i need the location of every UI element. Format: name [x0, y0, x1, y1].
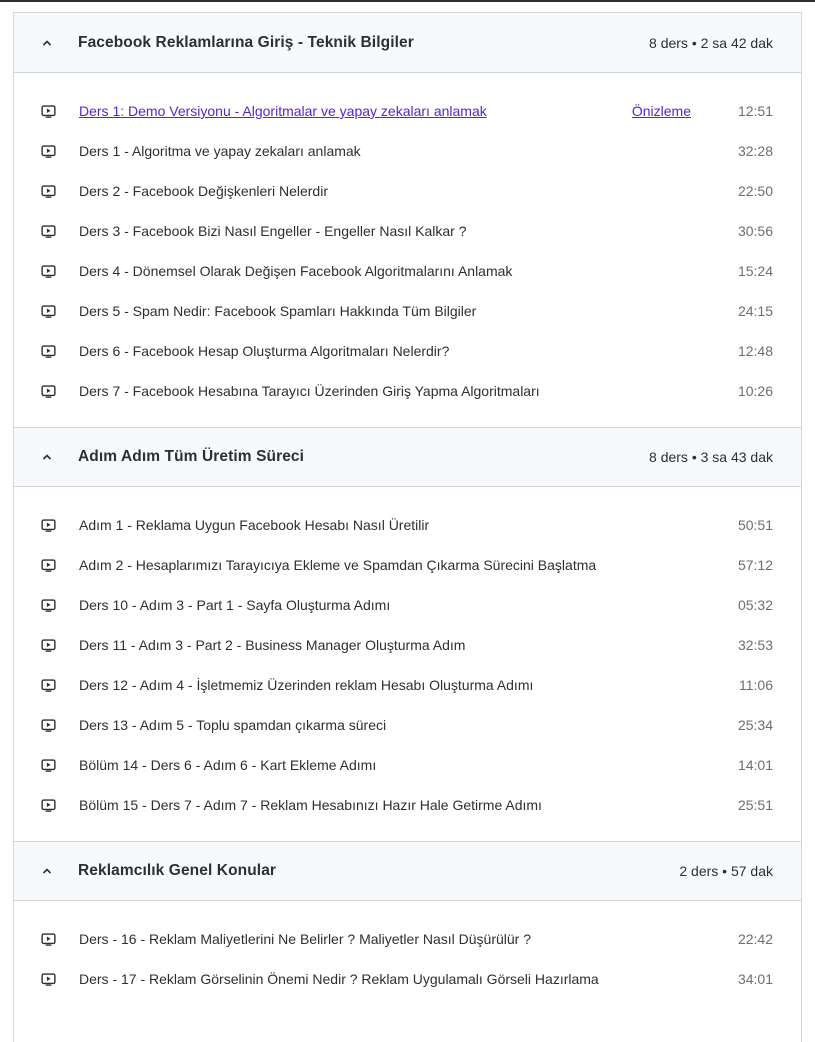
lecture-preview-link[interactable]: Ders 1: Demo Versiyonu - Algoritmalar ve…: [79, 103, 632, 119]
lecture-title: Bölüm 14 - Ders 6 - Adım 6 - Kart Ekleme…: [79, 757, 377, 773]
lecture-duration: 50:51: [737, 517, 773, 533]
lecture-row: Ders 12 - Adım 4 - İşletmemiz Üzerinden …: [14, 665, 801, 705]
video-play-icon: [40, 183, 56, 199]
lecture-duration: 12:48: [737, 343, 773, 359]
section-title: Facebook Reklamlarına Giriş - Teknik Bil…: [78, 33, 414, 51]
lecture-title: Ders 11 - Adım 3 - Part 2 - Business Man…: [79, 637, 466, 653]
lecture-row: Adım 2 - Hesaplarımızı Tarayıcıya Ekleme…: [14, 545, 801, 585]
lecture-duration: 30:56: [737, 223, 773, 239]
lecture-duration: 32:28: [737, 143, 773, 159]
lecture-duration: 05:32: [737, 597, 773, 613]
lecture-title: Ders 12 - Adım 4 - İşletmemiz Üzerinden …: [79, 677, 534, 693]
lecture-duration: 24:15: [737, 303, 773, 319]
chevron-up-icon: [42, 38, 62, 48]
lecture-title: Ders 6 - Facebook Hesap Oluşturma Algori…: [79, 343, 450, 359]
section-header[interactable]: Facebook Reklamlarına Giriş - Teknik Bil…: [14, 13, 801, 73]
lecture-row: Ders - 16 - Reklam Maliyetlerini Ne Beli…: [14, 919, 801, 959]
lecture-title: Ders 5 - Spam Nedir: Facebook Spamları H…: [79, 303, 477, 319]
lecture-row: Ders 6 - Facebook Hesap Oluşturma Algori…: [14, 331, 801, 371]
lecture-title: Ders 3 - Facebook Bizi Nasıl Engeller - …: [79, 223, 467, 239]
section-title: Reklamcılık Genel Konular: [78, 862, 277, 879]
video-play-icon: [40, 757, 56, 773]
video-play-icon: [40, 103, 56, 119]
section-header[interactable]: Adım Adım Tüm Üretim Süreci 8 ders • 3 sa…: [14, 427, 801, 487]
video-play-icon: [40, 383, 56, 399]
lecture-title: Ders 7 - Facebook Hesabına Tarayıcı Üzer…: [79, 383, 540, 399]
lecture-row: Ders 10 - Adım 3 - Part 1 - Sayfa Oluştu…: [14, 585, 801, 625]
preview-link[interactable]: Önizleme: [632, 103, 691, 119]
lecture-title: Ders - 16 - Reklam Maliyetlerini Ne Beli…: [79, 931, 532, 947]
lecture-title: Ders 10 - Adım 3 - Part 1 - Sayfa Oluştu…: [79, 597, 391, 613]
lecture-duration: 12:51: [737, 103, 773, 119]
lecture-list: Ders 1: Demo Versiyonu - Algoritmalar ve…: [14, 73, 801, 427]
section-meta: 2 ders • 57 dak: [679, 863, 773, 879]
lecture-duration: 22:42: [737, 931, 773, 947]
lecture-row: Bölüm 15 - Ders 7 - Adım 7 - Reklam Hesa…: [14, 785, 801, 825]
video-play-icon: [40, 677, 56, 693]
lecture-duration: 11:06: [739, 677, 773, 693]
lecture-list: Ders - 16 - Reklam Maliyetlerini Ne Beli…: [14, 901, 801, 1015]
top-border: [0, 0, 815, 2]
video-play-icon: [40, 971, 56, 987]
lecture-row: Ders 2 - Facebook Değişkenleri Nelerdir 2…: [14, 171, 801, 211]
video-play-icon: [40, 717, 56, 733]
lecture-title: Ders 13 - Adım 5 - Toplu spamdan çıkarma…: [79, 717, 387, 733]
lecture-duration: 15:24: [737, 263, 773, 279]
video-play-icon: [40, 263, 56, 279]
video-play-icon: [40, 797, 56, 813]
lecture-row: Ders 5 - Spam Nedir: Facebook Spamları H…: [14, 291, 801, 331]
lecture-row: Ders 7 - Facebook Hesabına Tarayıcı Üzer…: [14, 371, 801, 411]
lecture-row: Adım 1 - Reklama Uygun Facebook Hesabı N…: [14, 505, 801, 545]
lecture-duration: 57:12: [737, 557, 773, 573]
lecture-duration: 14:01: [737, 757, 773, 773]
lecture-row: Ders - 17 - Reklam Görselinin Önemi Nedi…: [14, 959, 801, 999]
lecture-duration: 25:51: [737, 797, 773, 813]
lecture-title: Ders 2 - Facebook Değişkenleri Nelerdir: [79, 183, 328, 199]
chevron-up-icon: [42, 452, 62, 462]
video-play-icon: [40, 637, 56, 653]
curriculum-section: Adım Adım Tüm Üretim Süreci 8 ders • 3 sa…: [14, 427, 801, 841]
lecture-row: Ders 1 - Algoritma ve yapay zekaları anl…: [14, 131, 801, 171]
video-play-icon: [40, 303, 56, 319]
lecture-title: Ders 4 - Dönemsel Olarak Değişen Faceboo…: [79, 263, 513, 279]
lecture-row: Ders 11 - Adım 3 - Part 2 - Business Man…: [14, 625, 801, 665]
lecture-row: Ders 3 - Facebook Bizi Nasıl Engeller - …: [14, 211, 801, 251]
course-curriculum: Facebook Reklamlarına Giriş - Teknik Bil…: [13, 12, 802, 1042]
video-play-icon: [40, 143, 56, 159]
section-title: Adım Adım Tüm Üretim Süreci: [78, 448, 305, 465]
lecture-row: Ders 4 - Dönemsel Olarak Değişen Faceboo…: [14, 251, 801, 291]
video-play-icon: [40, 931, 56, 947]
lecture-list: Adım 1 - Reklama Uygun Facebook Hesabı N…: [14, 487, 801, 841]
lecture-duration: 34:01: [737, 971, 773, 987]
video-play-icon: [40, 343, 56, 359]
lecture-title: Ders - 17 - Reklam Görselinin Önemi Nedi…: [79, 971, 599, 987]
video-play-icon: [40, 517, 56, 533]
curriculum-section: Reklamcılık Genel Konular 2 ders • 57 dak…: [14, 841, 801, 1015]
section-meta: 8 ders • 3 sa 43 dak: [649, 449, 773, 465]
lecture-title: Bölüm 15 - Ders 7 - Adım 7 - Reklam Hesa…: [79, 797, 542, 813]
lecture-title: Ders 1 - Algoritma ve yapay zekaları anl…: [79, 143, 361, 159]
section-header[interactable]: Reklamcılık Genel Konular 2 ders • 57 dak: [14, 841, 801, 901]
lecture-duration: 25:34: [737, 717, 773, 733]
chevron-up-icon: [42, 866, 62, 876]
lecture-row: Bölüm 14 - Ders 6 - Adım 6 - Kart Ekleme…: [14, 745, 801, 785]
lecture-duration: 10:26: [737, 383, 773, 399]
lecture-title: Adım 1 - Reklama Uygun Facebook Hesabı N…: [79, 517, 430, 533]
section-meta: 8 ders • 2 sa 42 dak: [649, 34, 773, 51]
lecture-row[interactable]: Ders 1: Demo Versiyonu - Algoritmalar ve…: [14, 91, 801, 131]
lecture-duration: 22:50: [737, 183, 773, 199]
lecture-row: Ders 13 - Adım 5 - Toplu spamdan çıkarma…: [14, 705, 801, 745]
video-play-icon: [40, 223, 56, 239]
lecture-title: Adım 2 - Hesaplarımızı Tarayıcıya Ekleme…: [79, 557, 597, 573]
video-play-icon: [40, 557, 56, 573]
video-play-icon: [40, 597, 56, 613]
curriculum-section: Facebook Reklamlarına Giriş - Teknik Bil…: [14, 13, 801, 427]
lecture-duration: 32:53: [737, 637, 773, 653]
